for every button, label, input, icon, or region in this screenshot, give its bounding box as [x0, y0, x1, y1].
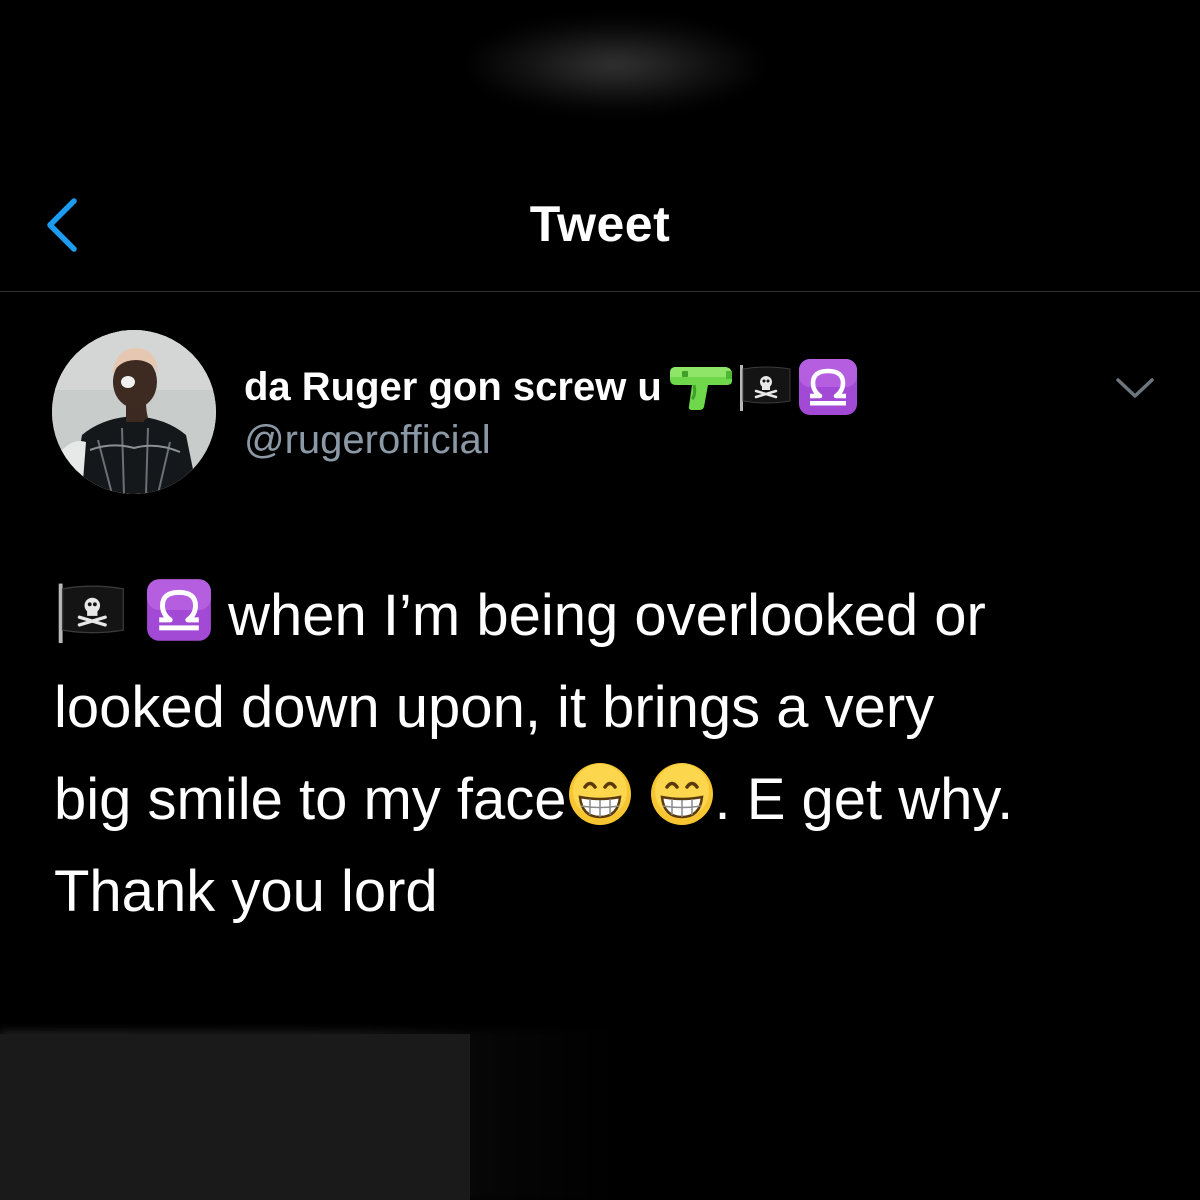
tweet-line-2-text: looked down upon, it brings a very	[54, 675, 935, 740]
display-name-text: da Ruger gon screw u	[244, 364, 662, 409]
water-pistol-icon	[668, 363, 734, 411]
page-title: Tweet	[529, 196, 671, 252]
tweet-line-1: when I’m being overlooked or	[54, 570, 1164, 662]
chevron-down-icon	[1116, 378, 1154, 398]
header-divider	[0, 291, 1200, 292]
tweet-line-3-text-b: . E get why.	[714, 767, 1014, 832]
pirate-flag-icon	[738, 363, 792, 411]
author-display-name[interactable]: da Ruger gon screw u	[244, 359, 858, 415]
tweet-screen: Tweet da Ruger gon screw u @rugerofficia…	[0, 0, 1200, 1200]
nav-header: Tweet	[0, 165, 1200, 290]
tweet-line-4: Thank you lord	[54, 846, 1164, 938]
tweet-line-1-text: when I’m being overlooked or	[228, 583, 986, 648]
tweet-line-4-text: Thank you lord	[54, 859, 438, 924]
libra-icon	[146, 577, 212, 643]
tweet-line-3: big smile to my face . E get why.	[54, 754, 1164, 846]
tweet-line-2: looked down upon, it brings a very	[54, 662, 1164, 754]
grinning-face-icon	[649, 761, 715, 827]
pirate-flag-icon	[54, 581, 128, 643]
tweet-options-button[interactable]	[1112, 368, 1158, 408]
author-handle[interactable]: @rugerofficial	[244, 418, 491, 463]
avatar-photo	[52, 330, 216, 494]
blurred-top-glow	[470, 20, 760, 110]
avatar[interactable]	[52, 330, 216, 494]
blurred-bottom-band-core	[0, 1034, 470, 1200]
tweet-text: when I’m being overlooked or looked down…	[54, 570, 1164, 938]
grinning-face-icon	[567, 761, 633, 827]
libra-icon	[798, 358, 858, 416]
tweet-line-3-text-a: big smile to my face	[54, 767, 567, 832]
